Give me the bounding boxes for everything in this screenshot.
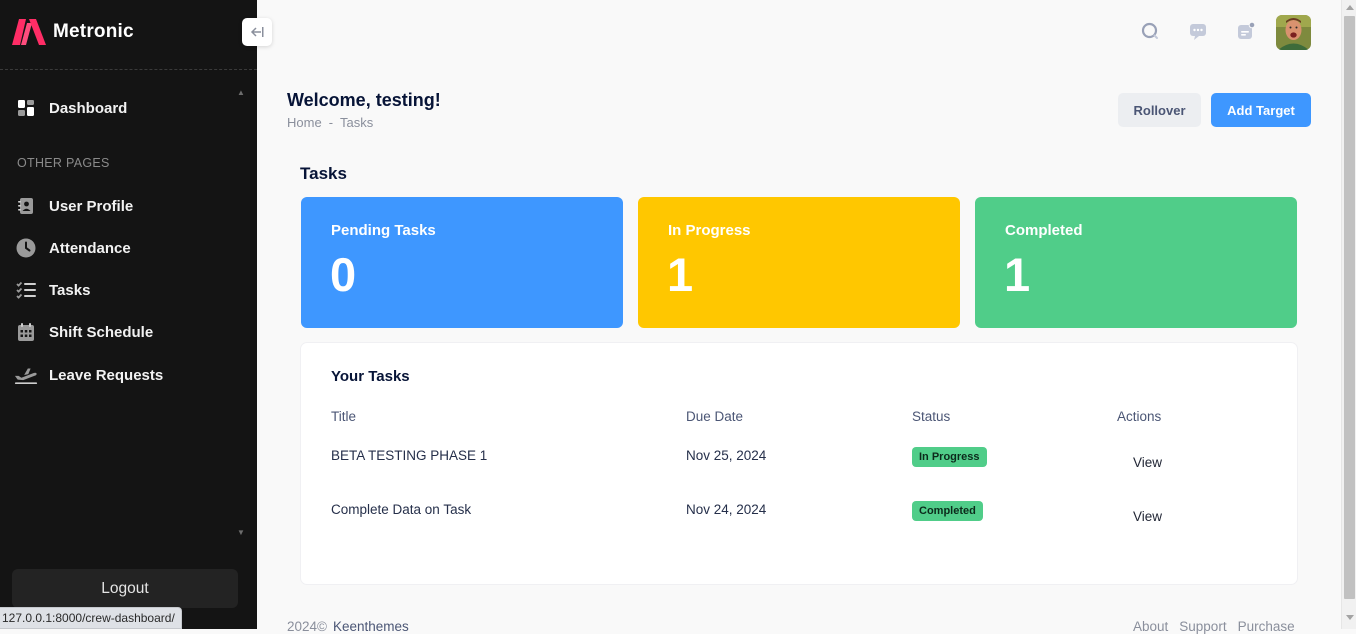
chevron-down-icon[interactable]: ▼ xyxy=(237,528,245,537)
sidebar-item-label: User Profile xyxy=(49,197,134,215)
scroll-up-arrow-icon[interactable] xyxy=(1346,5,1354,10)
stat-value: 0 xyxy=(330,248,357,301)
user-profile-icon xyxy=(14,194,38,218)
column-header-status: Status xyxy=(912,409,951,424)
breadcrumb-separator: - xyxy=(328,115,334,130)
scroll-down-arrow-icon[interactable] xyxy=(1346,615,1354,620)
sidebar-item-user-profile[interactable]: User Profile xyxy=(14,191,244,221)
sidebar-item-label: Tasks xyxy=(49,281,91,299)
avatar[interactable] xyxy=(1276,15,1311,50)
search-icon[interactable] xyxy=(1138,19,1162,43)
sidebar-item-tasks[interactable]: Tasks xyxy=(14,275,244,305)
footer-link-about[interactable]: About xyxy=(1133,619,1168,634)
view-task-button[interactable]: View xyxy=(1133,455,1162,470)
footer-copyright: 2024© Keenthemes xyxy=(287,619,409,634)
table-title: Your Tasks xyxy=(331,368,410,385)
footer-link-support[interactable]: Support xyxy=(1179,619,1226,634)
breadcrumb-home[interactable]: Home xyxy=(287,115,322,130)
stat-value: 1 xyxy=(1004,248,1031,301)
footer-link-purchase[interactable]: Purchase xyxy=(1238,619,1295,634)
copyright-year: 2024© xyxy=(287,619,327,634)
tasks-table-card: Your Tasks Title Due Date Status Actions… xyxy=(300,342,1298,585)
status-badge: In Progress xyxy=(912,447,987,467)
stat-card-in-progress: In Progress 1 xyxy=(638,197,960,328)
breadcrumb: Home - Tasks xyxy=(287,115,373,130)
browser-status-url: 127.0.0.1:8000/crew-dashboard/ xyxy=(0,607,182,629)
brand-name: Metronic xyxy=(53,21,134,42)
task-due-date: Nov 25, 2024 xyxy=(686,448,767,463)
user-avatar-image xyxy=(1276,15,1311,50)
sidebar-item-label: Dashboard xyxy=(49,99,128,117)
chat-icon[interactable] xyxy=(1186,19,1210,43)
page-scrollbar[interactable] xyxy=(1341,0,1356,629)
view-task-button[interactable]: View xyxy=(1133,509,1162,524)
section-heading: Tasks xyxy=(300,164,347,183)
sidebar-item-attendance[interactable]: Attendance xyxy=(14,233,244,263)
column-header-actions: Actions xyxy=(1117,409,1162,424)
rollover-button[interactable]: Rollover xyxy=(1118,93,1201,127)
status-badge: Completed xyxy=(912,501,983,521)
stat-label: Pending Tasks xyxy=(331,222,436,239)
column-header-due-date: Due Date xyxy=(686,409,744,424)
airplane-icon xyxy=(14,363,38,387)
breadcrumb-current: Tasks xyxy=(340,115,374,130)
stat-label: In Progress xyxy=(668,222,751,239)
sidebar-item-dashboard[interactable]: Dashboard xyxy=(14,93,244,123)
sidebar-divider xyxy=(0,69,257,70)
add-target-button[interactable]: Add Target xyxy=(1211,93,1311,127)
sidebar-item-leave-requests[interactable]: Leave Requests xyxy=(14,360,244,390)
brand[interactable]: Metronic xyxy=(12,18,134,46)
task-due-date: Nov 24, 2024 xyxy=(686,502,767,517)
sidebar-item-shift-schedule[interactable]: Shift Schedule xyxy=(14,317,244,347)
stat-card-completed: Completed 1 xyxy=(975,197,1297,328)
stat-card-pending: Pending Tasks 0 xyxy=(301,197,623,328)
column-header-title: Title xyxy=(331,409,357,424)
task-title: BETA TESTING PHASE 1 xyxy=(331,448,488,463)
notifications-icon[interactable] xyxy=(1234,19,1258,43)
collapse-arrow-icon xyxy=(250,27,264,37)
chevron-up-icon[interactable]: ▲ xyxy=(237,88,245,97)
sidebar-item-label: Shift Schedule xyxy=(49,323,154,341)
sidebar-section-title: OTHER PAGES xyxy=(17,156,110,170)
scroll-thumb[interactable] xyxy=(1344,16,1355,599)
footer-company-link[interactable]: Keenthemes xyxy=(333,619,409,634)
task-list-icon xyxy=(14,278,38,302)
sidebar: Metronic Dashboard ▲ OTHER PAGES User Pr… xyxy=(0,0,257,629)
footer-links: About Support Purchase xyxy=(1133,619,1306,634)
task-title: Complete Data on Task xyxy=(331,502,472,517)
stat-label: Completed xyxy=(1005,222,1083,239)
page-title: Welcome, testing! xyxy=(287,90,441,110)
stat-value: 1 xyxy=(667,248,694,301)
calendar-icon xyxy=(14,320,38,344)
dashboard-grid-icon xyxy=(14,96,38,120)
clock-icon xyxy=(14,236,38,260)
sidebar-collapse-button[interactable] xyxy=(242,18,272,46)
sidebar-item-label: Attendance xyxy=(49,239,131,257)
sidebar-item-label: Leave Requests xyxy=(49,366,164,384)
logout-button[interactable]: Logout xyxy=(12,569,238,608)
metronic-logo-icon xyxy=(12,19,46,45)
